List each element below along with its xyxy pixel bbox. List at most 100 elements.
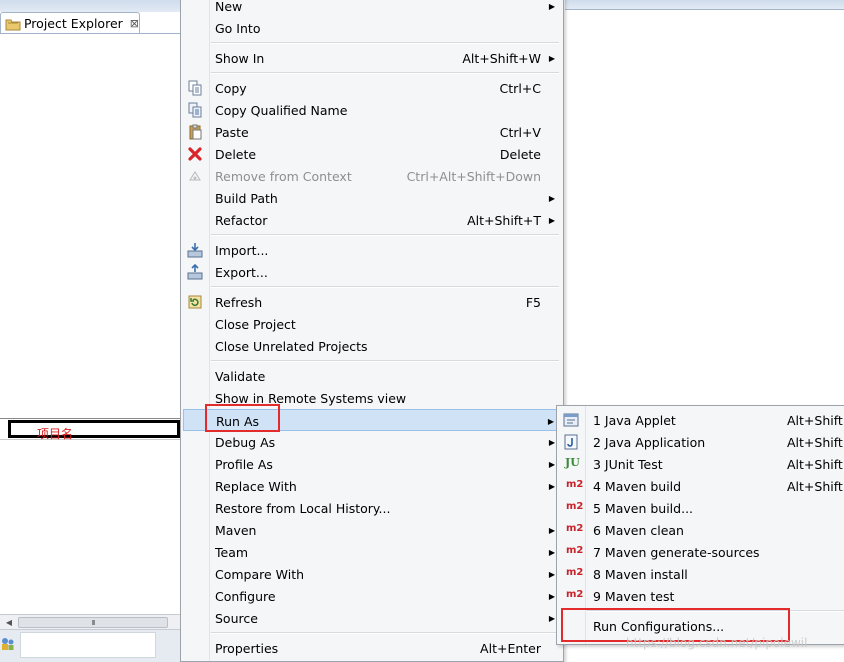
submenu-item-java-application[interactable]: 2 Java Application Alt+Shift+ bbox=[559, 431, 844, 453]
submenu-item-shortcut: Alt+Shift+ bbox=[787, 413, 844, 428]
maven-m2-icon: m2 bbox=[566, 545, 584, 556]
menu-item-label: Refactor bbox=[215, 213, 268, 228]
people-icon[interactable] bbox=[0, 636, 16, 652]
submenu-item-junit-test[interactable]: JU 3 JUnit Test Alt+Shift+ bbox=[559, 453, 844, 475]
menu-item-restore-local-history[interactable]: Restore from Local History... bbox=[183, 497, 561, 519]
submenu-arrow-icon: ▶ bbox=[548, 592, 555, 601]
menu-item-label: Replace With bbox=[215, 479, 297, 494]
menu-item-maven[interactable]: Maven ▶ bbox=[183, 519, 561, 541]
menu-item-label: Export... bbox=[215, 265, 268, 280]
java-application-icon bbox=[564, 434, 578, 450]
menu-separator bbox=[211, 72, 559, 74]
submenu-item-shortcut: Alt+Shift+ bbox=[787, 435, 844, 450]
menu-item-build-path[interactable]: Build Path ▶ bbox=[183, 187, 561, 209]
menu-item-go-into[interactable]: Go Into bbox=[183, 17, 561, 39]
menu-separator bbox=[211, 360, 559, 362]
menu-item-export[interactable]: Export... bbox=[183, 261, 561, 283]
menu-item-replace-with[interactable]: Replace With ▶ bbox=[183, 475, 561, 497]
menu-item-refresh[interactable]: Refresh F5 bbox=[183, 291, 561, 313]
submenu-item-maven-install[interactable]: m2 8 Maven install bbox=[559, 563, 844, 585]
menu-item-delete[interactable]: Delete Delete bbox=[183, 143, 561, 165]
menu-item-source[interactable]: Source ▶ bbox=[183, 607, 561, 629]
horizontal-scrollbar[interactable]: ◀ III bbox=[0, 614, 182, 630]
menu-item-import[interactable]: Import... bbox=[183, 239, 561, 261]
menu-item-shortcut: Ctrl+Alt+Shift+Down bbox=[406, 169, 541, 184]
submenu-item-label: 5 Maven build... bbox=[593, 501, 694, 516]
submenu-item-maven-build[interactable]: m2 4 Maven build Alt+Shift+X bbox=[559, 475, 844, 497]
menu-item-label: Team bbox=[215, 545, 249, 560]
maven-m2-icon: m2 bbox=[566, 479, 584, 490]
tab-divider bbox=[0, 33, 182, 34]
menu-item-label: Refresh bbox=[215, 295, 263, 310]
submenu-item-label: 1 Java Applet bbox=[593, 413, 676, 428]
menu-item-configure[interactable]: Configure ▶ bbox=[183, 585, 561, 607]
editor-top-band bbox=[565, 0, 844, 10]
menu-item-label: Debug As bbox=[215, 435, 276, 450]
menu-item-shortcut: Alt+Shift+W bbox=[462, 51, 541, 66]
menu-item-label: Properties bbox=[215, 641, 279, 656]
menu-item-debug-as[interactable]: Debug As ▶ bbox=[183, 431, 561, 453]
menu-item-shortcut: Alt+Shift+T bbox=[467, 213, 541, 228]
submenu-arrow-icon: ▶ bbox=[548, 614, 555, 623]
submenu-arrow-icon: ▶ bbox=[548, 2, 555, 11]
menu-item-validate[interactable]: Validate bbox=[183, 365, 561, 387]
scroll-left-icon[interactable]: ◀ bbox=[2, 616, 16, 629]
menu-item-profile-as[interactable]: Profile As ▶ bbox=[183, 453, 561, 475]
menu-item-label: Copy bbox=[215, 81, 247, 96]
menu-item-shortcut: F5 bbox=[525, 295, 541, 310]
menu-item-label: Restore from Local History... bbox=[215, 501, 391, 516]
tab-project-explorer[interactable]: Project Explorer ⊠ bbox=[0, 12, 140, 34]
submenu-item-java-applet[interactable]: 1 Java Applet Alt+Shift+ bbox=[559, 409, 844, 431]
refresh-icon bbox=[188, 295, 202, 309]
menu-item-label: Profile As bbox=[215, 457, 273, 472]
submenu-arrow-icon: ▶ bbox=[547, 417, 554, 426]
submenu-item-maven-generate-sources[interactable]: m2 7 Maven generate-sources bbox=[559, 541, 844, 563]
menu-item-label: New bbox=[215, 0, 243, 14]
menu-item-new[interactable]: New ▶ bbox=[183, 0, 561, 17]
menu-item-refactor[interactable]: Refactor Alt+Shift+T ▶ bbox=[183, 209, 561, 231]
menu-item-close-project[interactable]: Close Project bbox=[183, 313, 561, 335]
menu-item-properties[interactable]: Properties Alt+Enter bbox=[183, 637, 561, 659]
submenu-arrow-icon: ▶ bbox=[548, 438, 555, 447]
copy-icon bbox=[188, 80, 202, 96]
menu-item-close-unrelated-projects[interactable]: Close Unrelated Projects bbox=[183, 335, 561, 357]
submenu-item-maven-clean[interactable]: m2 6 Maven clean bbox=[559, 519, 844, 541]
project-name-highlight: 项目名 bbox=[8, 420, 180, 441]
submenu-arrow-icon: ▶ bbox=[548, 460, 555, 469]
menu-item-compare-with[interactable]: Compare With ▶ bbox=[183, 563, 561, 585]
close-icon[interactable]: ⊠ bbox=[130, 17, 139, 30]
scroll-thumb[interactable]: III bbox=[18, 617, 168, 628]
project-explorer-panel: Project Explorer ⊠ 项目名 ◀ III bbox=[0, 0, 182, 662]
menu-item-label: Import... bbox=[215, 243, 269, 258]
tab-project-explorer-label: Project Explorer bbox=[23, 16, 123, 31]
menu-separator bbox=[211, 286, 559, 288]
menu-item-team[interactable]: Team ▶ bbox=[183, 541, 561, 563]
menu-item-copy-qualified-name[interactable]: Copy Qualified Name bbox=[183, 99, 561, 121]
menu-item-label: Go Into bbox=[215, 21, 261, 36]
submenu-item-label: 7 Maven generate-sources bbox=[593, 545, 760, 560]
menu-item-label: Paste bbox=[215, 125, 249, 140]
menu-item-label: Build Path bbox=[215, 191, 278, 206]
maven-m2-icon: m2 bbox=[566, 501, 584, 512]
menu-item-label: Copy Qualified Name bbox=[215, 103, 348, 118]
submenu-item-maven-build-dialog[interactable]: m2 5 Maven build... bbox=[559, 497, 844, 519]
status-field bbox=[20, 632, 156, 658]
menu-item-shortcut: Delete bbox=[499, 147, 541, 162]
submenu-item-maven-test[interactable]: m2 9 Maven test bbox=[559, 585, 844, 607]
menu-item-label: Validate bbox=[215, 369, 266, 384]
submenu-arrow-icon: ▶ bbox=[548, 526, 555, 535]
submenu-item-label: 6 Maven clean bbox=[593, 523, 684, 538]
menu-item-label: Compare With bbox=[215, 567, 305, 582]
submenu-item-label: 4 Maven build bbox=[593, 479, 682, 494]
menu-separator bbox=[211, 234, 559, 236]
submenu-arrow-icon: ▶ bbox=[548, 570, 555, 579]
menu-item-remove-from-context[interactable]: Remove from Context Ctrl+Alt+Shift+Down bbox=[183, 165, 561, 187]
project-explorer-icon bbox=[5, 19, 21, 30]
paste-icon bbox=[189, 124, 202, 140]
menu-item-label: Maven bbox=[215, 523, 257, 538]
run-as-highlight-box bbox=[205, 404, 280, 432]
menu-item-show-in[interactable]: Show In Alt+Shift+W ▶ bbox=[183, 47, 561, 69]
menu-item-copy[interactable]: Copy Ctrl+C bbox=[183, 77, 561, 99]
menu-item-paste[interactable]: Paste Ctrl+V bbox=[183, 121, 561, 143]
menu-item-label: Close Unrelated Projects bbox=[215, 339, 368, 354]
